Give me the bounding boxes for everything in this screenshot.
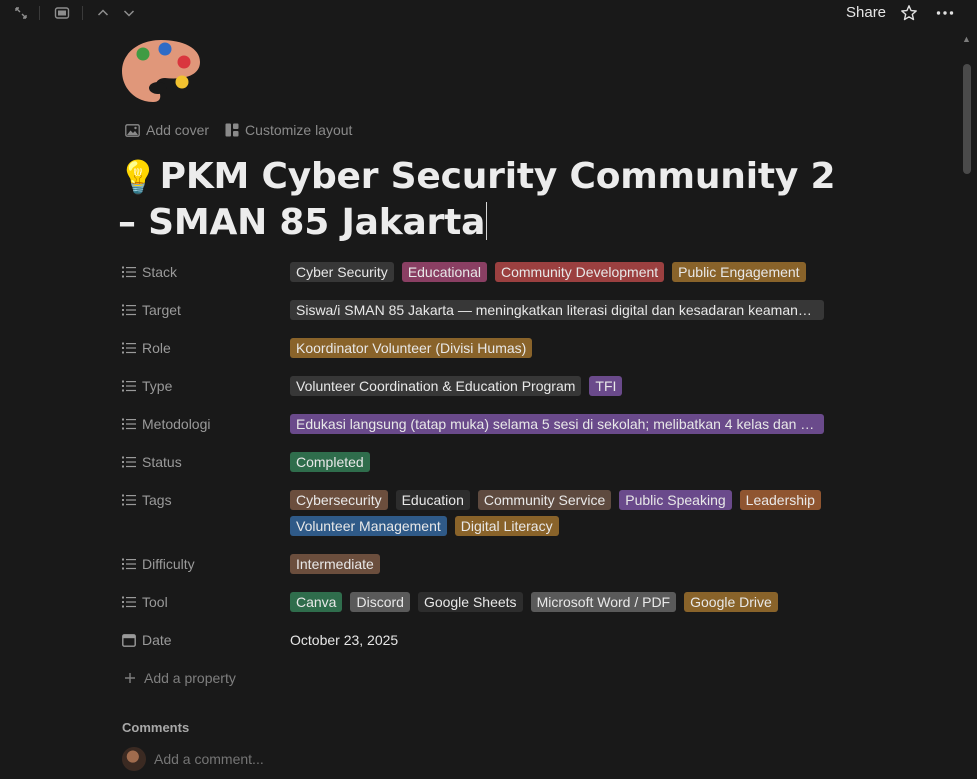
- light-bulb-icon: 💡: [118, 158, 158, 196]
- tag-chip[interactable]: Intermediate: [290, 554, 380, 574]
- list-icon: [122, 379, 136, 393]
- property-values[interactable]: Completed: [290, 449, 842, 472]
- property-values[interactable]: Intermediate: [290, 551, 842, 574]
- customize-layout-label: Customize layout: [245, 122, 353, 138]
- property-label[interactable]: Status: [122, 449, 290, 475]
- property-label[interactable]: Role: [122, 335, 290, 361]
- top-bar: Share: [0, 0, 977, 26]
- chevron-down-icon[interactable]: [120, 3, 138, 23]
- tag-chip[interactable]: Cybersecurity: [290, 490, 388, 510]
- property-tool: Tool Canva Discord Google Sheets Microsoft …: [122, 589, 842, 627]
- scrollbar-thumb[interactable]: [963, 64, 971, 174]
- expand-icon[interactable]: [12, 3, 30, 23]
- property-label[interactable]: Type: [122, 373, 290, 399]
- customize-layout-button[interactable]: Customize layout: [225, 122, 352, 138]
- calendar-icon: [122, 633, 136, 647]
- chevron-up-icon[interactable]: [94, 3, 112, 23]
- star-icon[interactable]: [898, 3, 920, 23]
- list-icon: [122, 303, 136, 317]
- avatar: [122, 747, 146, 771]
- tag-chip[interactable]: Microsoft Word / PDF: [530, 592, 677, 612]
- property-values[interactable]: October 23, 2025: [290, 627, 842, 650]
- layout-icon: [225, 123, 239, 137]
- comment-composer: [122, 747, 454, 771]
- property-type: Type Volunteer Coordination & Education …: [122, 373, 842, 411]
- tag-chip[interactable]: Cyber Security: [290, 262, 394, 282]
- tag-chip[interactable]: Public Speaking: [619, 490, 732, 510]
- property-values[interactable]: Cybersecurity Education Community Service P…: [290, 487, 842, 536]
- image-icon: [125, 123, 140, 137]
- tag-chip[interactable]: Edukasi langsung (tatap muka) selama 5 s…: [290, 414, 824, 434]
- tag-chip[interactable]: Google Sheets: [417, 592, 523, 612]
- page-meta-actions: Add cover Customize layout: [125, 122, 352, 138]
- property-date: Date October 23, 2025: [122, 627, 842, 665]
- tag-chip[interactable]: Google Drive: [684, 592, 778, 612]
- property-difficulty: Difficulty Intermediate: [122, 551, 842, 589]
- list-icon: [122, 557, 136, 571]
- tag-chip[interactable]: Community Service: [477, 490, 612, 510]
- add-cover-label: Add cover: [146, 122, 210, 138]
- list-icon: [122, 455, 136, 469]
- list-icon: [122, 341, 136, 355]
- property-label[interactable]: Tags: [122, 487, 290, 513]
- text-cursor: [486, 202, 488, 240]
- property-values[interactable]: Volunteer Coordination & Education Progr…: [290, 373, 842, 396]
- property-target: Target Siswa/i SMAN 85 Jakarta — meningk…: [122, 297, 842, 335]
- property-values[interactable]: Canva Discord Google Sheets Microsoft Word …: [290, 589, 842, 612]
- page-icon-palette[interactable]: [121, 38, 201, 104]
- tag-chip[interactable]: Volunteer Coordination & Education Progr…: [290, 376, 582, 396]
- tag-chip[interactable]: Canva: [290, 592, 343, 612]
- property-label[interactable]: Stack: [122, 259, 290, 285]
- tag-chip[interactable]: Education: [395, 490, 470, 510]
- tag-chip[interactable]: Digital Literacy: [454, 516, 559, 536]
- property-label[interactable]: Tool: [122, 589, 290, 615]
- comments-heading: Comments: [122, 720, 190, 735]
- add-cover-button[interactable]: Add cover: [125, 122, 209, 138]
- peek-mode-icon[interactable]: [52, 3, 72, 23]
- property-label[interactable]: Target: [122, 297, 290, 323]
- scrollbar[interactable]: ▲: [961, 34, 973, 779]
- list-icon: [122, 265, 136, 279]
- tag-chip[interactable]: Public Engagement: [672, 262, 806, 282]
- property-values[interactable]: Siswa/i SMAN 85 Jakarta — meningkatkan l…: [290, 297, 842, 320]
- property-label[interactable]: Date: [122, 627, 290, 653]
- property-metodologi: Metodologi Edukasi langsung (tatap muka)…: [122, 411, 842, 449]
- add-property-button[interactable]: Add a property: [124, 670, 236, 686]
- property-tags: Tags Cybersecurity Education Community Ser…: [122, 487, 842, 551]
- list-icon: [122, 595, 136, 609]
- more-icon[interactable]: [934, 3, 956, 23]
- share-button[interactable]: Share: [846, 4, 886, 21]
- toolbar-divider: [39, 6, 40, 20]
- page-title[interactable]: 💡PKM Cyber Security Community 2 – SMAN 8…: [118, 154, 838, 246]
- property-label[interactable]: Metodologi: [122, 411, 290, 437]
- property-stack: Stack Cyber Security Educational Community…: [122, 259, 842, 297]
- list-icon: [122, 417, 136, 431]
- tag-chip[interactable]: Educational: [401, 262, 487, 282]
- tag-chip[interactable]: Volunteer Management: [290, 516, 447, 536]
- tag-chip[interactable]: Completed: [290, 452, 370, 472]
- plus-icon: [125, 673, 135, 683]
- properties-list: Stack Cyber Security Educational Community…: [122, 259, 842, 665]
- tag-chip[interactable]: Community Development: [494, 262, 665, 282]
- property-status: Status Completed: [122, 449, 842, 487]
- list-icon: [122, 493, 136, 507]
- tag-chip[interactable]: Discord: [350, 592, 410, 612]
- property-role: Role Koordinator Volunteer (Divisi Humas…: [122, 335, 842, 373]
- property-values[interactable]: Edukasi langsung (tatap muka) selama 5 s…: [290, 411, 842, 434]
- property-label[interactable]: Difficulty: [122, 551, 290, 577]
- comment-input[interactable]: [154, 751, 454, 767]
- tag-chip[interactable]: TFI: [589, 376, 623, 396]
- add-property-label: Add a property: [144, 670, 236, 686]
- page-title-text[interactable]: PKM Cyber Security Community 2 – SMAN 85…: [118, 156, 836, 243]
- property-values[interactable]: Koordinator Volunteer (Divisi Humas): [290, 335, 842, 358]
- tag-chip[interactable]: Koordinator Volunteer (Divisi Humas): [290, 338, 533, 358]
- scroll-up-icon[interactable]: ▲: [962, 34, 971, 44]
- property-values[interactable]: Cyber Security Educational Community Devel…: [290, 259, 842, 282]
- tag-chip[interactable]: Leadership: [739, 490, 821, 510]
- tag-chip[interactable]: Siswa/i SMAN 85 Jakarta — meningkatkan l…: [290, 300, 824, 320]
- date-value[interactable]: October 23, 2025: [290, 630, 398, 650]
- toolbar-divider: [82, 6, 83, 20]
